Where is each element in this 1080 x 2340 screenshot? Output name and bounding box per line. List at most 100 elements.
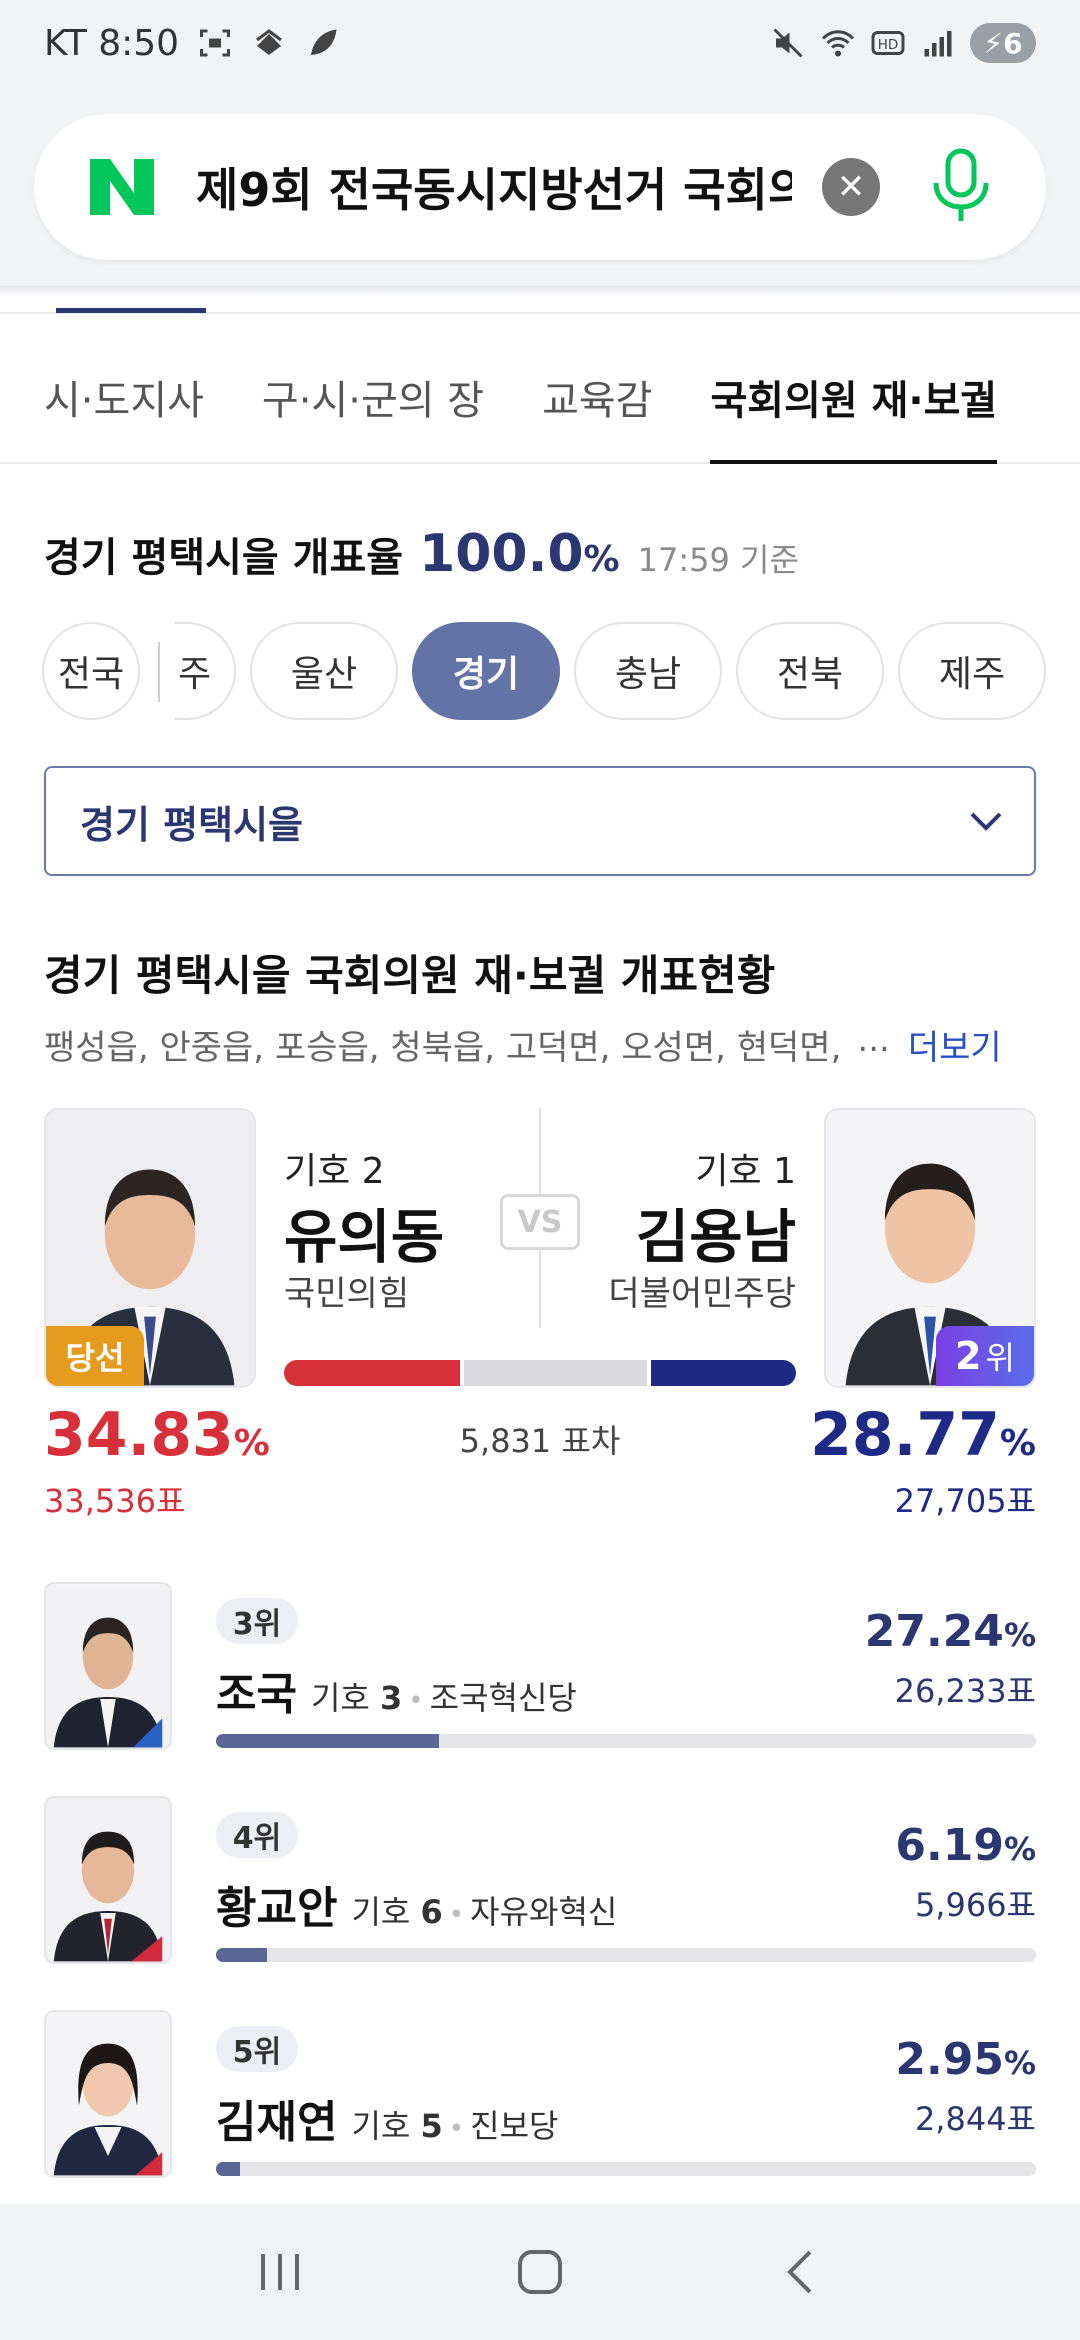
carrier-time: KT 8:50: [44, 22, 180, 64]
svg-text:HD: HD: [878, 37, 899, 53]
search-box[interactable]: 제9회 전국동시지방선거 국회의 ✕: [34, 114, 1046, 260]
count-rate-value: 100.0: [419, 524, 584, 584]
candidate-row[interactable]: 5위 김재연 기호 5 • 진보당 2.95% 2,844표: [44, 2010, 1036, 2190]
hd-icon: HD: [871, 31, 905, 55]
rank-badge: 2위: [936, 1326, 1034, 1386]
separator-dot: •: [408, 1686, 424, 1716]
naver-logo-icon[interactable]: [86, 155, 158, 219]
count-rate: 경기 평택시을 개표율 100.0 % 17:59 기준: [44, 524, 799, 584]
signal-icon: [924, 31, 952, 57]
candidate-row[interactable]: 4위 황교안 기호 6 • 자유와혁신 6.19% 5,966표: [44, 1796, 1036, 1976]
tab-education-chief[interactable]: 교육감: [542, 350, 652, 462]
candidate-number: 기호 6: [351, 1893, 443, 1931]
winner-votes: 33,536표: [44, 1482, 186, 1520]
winner-share-segment: [284, 1360, 460, 1386]
leaf-icon: [311, 29, 337, 55]
winner-name[interactable]: 유의동: [284, 1190, 444, 1274]
candidate-name: 황교안: [216, 1883, 338, 1934]
separator-dot: •: [448, 2114, 465, 2144]
areas-ellipsis: ...: [857, 1020, 890, 1060]
runner-up-name[interactable]: 김용남: [636, 1190, 796, 1274]
others-share-segment: [464, 1360, 647, 1386]
vs-badge: VS: [500, 1194, 580, 1250]
winner-number: 기호 2: [284, 1151, 385, 1192]
result-title: 경기 평택시을 국회의원 재·보궐 개표현황: [44, 951, 776, 1000]
stack-app-icon: [256, 29, 282, 55]
region-chip-chungnam[interactable]: 충남: [574, 622, 722, 720]
candidate-info: 황교안 기호 6 • 자유와혁신: [216, 1872, 617, 1936]
district-areas: 팽성읍, 안중읍, 포승읍, 청북읍, 고덕면, 오성면, 현덕면, ... 더…: [44, 1020, 1002, 1069]
separator-dot: •: [448, 1900, 465, 1930]
rank-pill: 3위: [216, 1598, 298, 1644]
candidate-party: 자유와혁신: [470, 1893, 618, 1931]
candidate-votes: 5,966표: [914, 1886, 1036, 1924]
candidate-portrait-icon: [46, 2012, 170, 2176]
mute-icon: [773, 28, 803, 58]
status-bar: KT 8:50 HD ⚡ 6: [0, 0, 1080, 86]
tab-governor[interactable]: 시·도지사: [44, 350, 204, 462]
clear-search-button[interactable]: ✕: [822, 158, 880, 216]
candidate-party: 조국혁신당: [429, 1679, 577, 1717]
region-chip-ulsan[interactable]: 울산: [250, 622, 398, 720]
runner-up-votes: 27,705표: [894, 1482, 1036, 1520]
district-select-value: 경기 평택시을: [80, 802, 303, 847]
rank-pill: 4위: [216, 1812, 298, 1858]
candidate-photo: [44, 1582, 172, 1750]
election-type-tabs: 시·도지사 구·시·군의 장 교육감 국회의원 재·보궐: [0, 350, 1080, 464]
candidate-percent: 27.24%: [864, 1606, 1036, 1657]
back-icon: [787, 2250, 812, 2294]
back-button[interactable]: [770, 2242, 830, 2302]
candidate-row[interactable]: 3위 조국 기호 3 • 조국혁신당 27.24% 26,233표: [44, 1582, 1036, 1762]
candidate-votes: 2,844표: [914, 2100, 1036, 2138]
candidate-number: 기호 3: [310, 1679, 403, 1717]
search-query[interactable]: 제9회 전국동시지방선거 국회의: [196, 154, 792, 220]
candidate-photo: [44, 2010, 172, 2178]
region-chip-jeonbuk[interactable]: 전북: [736, 622, 884, 720]
candidate-name: 조국: [216, 1669, 297, 1720]
recent-apps-button[interactable]: [250, 2242, 310, 2302]
home-button[interactable]: [510, 2242, 570, 2302]
header-shadow: [0, 286, 1080, 296]
candidate-info: 김재연 기호 5 • 진보당: [216, 2086, 558, 2150]
chip-divider: [158, 642, 160, 702]
tab-by-election[interactable]: 국회의원 재·보궐: [710, 350, 997, 464]
vote-share-bar: [216, 1948, 1036, 1962]
candidate-portrait-icon: [46, 1584, 170, 1748]
vote-difference: 5,831 표차: [459, 1422, 621, 1460]
candidate-votes: 26,233표: [894, 1672, 1036, 1710]
more-link[interactable]: 더보기: [908, 1020, 1002, 1069]
close-icon: ✕: [836, 167, 866, 207]
winner-party: 국민의힘: [284, 1274, 410, 1314]
district-select[interactable]: 경기 평택시을: [44, 766, 1036, 876]
vote-share-bar: [216, 2162, 1036, 2176]
count-rate-unit: %: [583, 539, 620, 580]
region-chip-partial[interactable]: 주: [174, 622, 236, 720]
vote-share-fill: [216, 1948, 267, 1962]
vote-share-bar: [284, 1360, 796, 1386]
elected-badge: 당선: [46, 1326, 144, 1386]
mic-icon[interactable]: [926, 147, 996, 227]
count-rate-timestamp: 17:59 기준: [637, 541, 799, 579]
winner-photo[interactable]: 당선: [44, 1108, 256, 1388]
runner-up-share-segment: [651, 1360, 796, 1386]
home-icon: [518, 2250, 562, 2294]
battery-indicator: ⚡ 6: [970, 23, 1036, 63]
rank-pill: 5위: [216, 2026, 298, 2072]
runner-up-party: 더불어민주당: [608, 1274, 796, 1314]
tab-district-head[interactable]: 구·시·군의 장: [262, 350, 484, 462]
region-chip-jeju[interactable]: 제주: [898, 622, 1046, 720]
system-nav-bar: [0, 2204, 1080, 2340]
runner-up-photo[interactable]: 2위: [824, 1108, 1036, 1388]
candidate-percent: 2.95%: [895, 2034, 1036, 2085]
region-chip-national[interactable]: 전국: [42, 622, 140, 720]
scroll-indicator: [56, 308, 206, 313]
region-chips: 전국 주 울산 경기 충남 전북 제주: [42, 622, 1080, 722]
runner-up-percent: 28.77%: [810, 1400, 1036, 1470]
search-header: 제9회 전국동시지방선거 국회의 ✕: [0, 86, 1080, 286]
count-rate-title: 경기 평택시을 개표율: [44, 535, 404, 581]
recent-apps-icon: [261, 2254, 299, 2290]
region-chip-gyeonggi[interactable]: 경기: [412, 622, 560, 720]
candidate-portrait-icon: [46, 1798, 170, 1962]
chevron-down-icon: [970, 812, 1002, 831]
candidate-info: 조국 기호 3 • 조국혁신당: [216, 1658, 577, 1722]
